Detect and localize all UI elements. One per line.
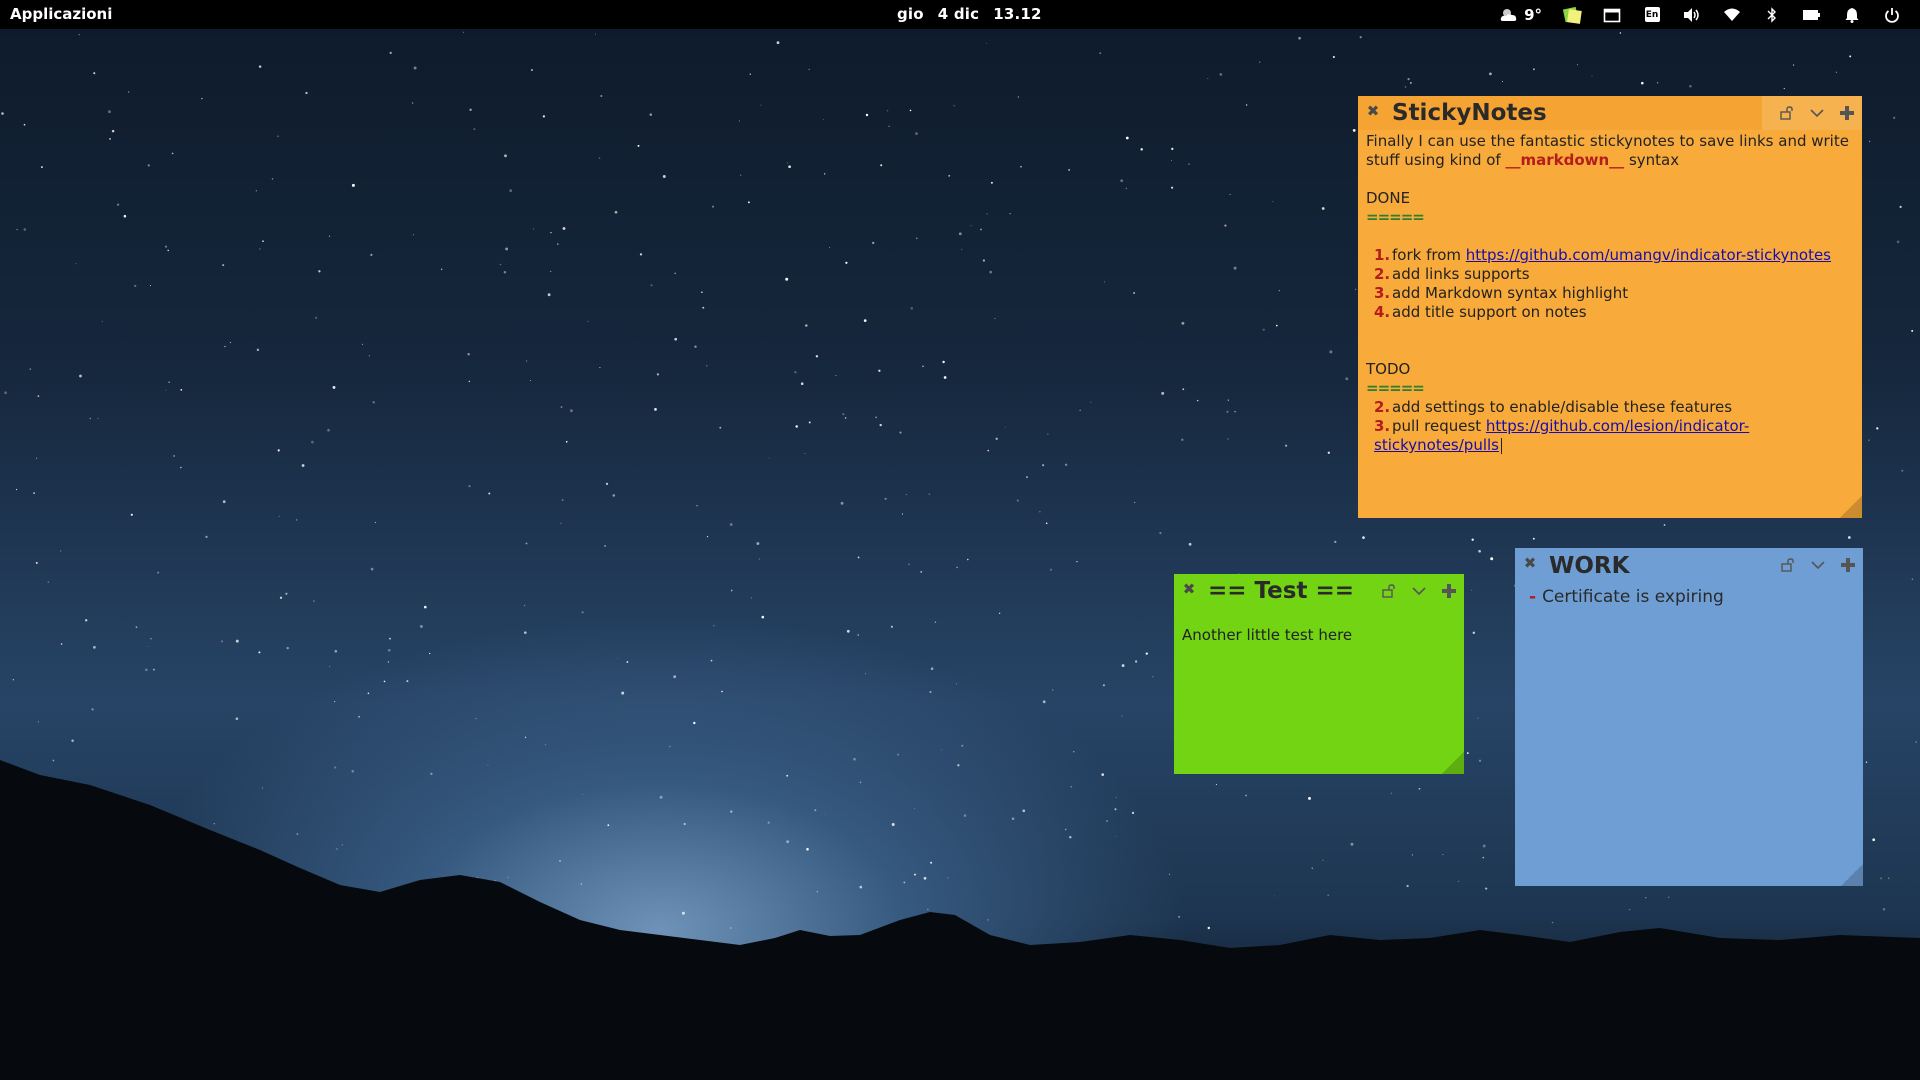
done-list: 1. fork from https://github.com/umangv/in…: [1366, 246, 1854, 322]
note-text: Certificate is expiring: [1542, 587, 1724, 607]
note-work[interactable]: ✖ WORK - Certificate is expiring: [1515, 548, 1863, 886]
close-icon[interactable]: ✖: [1366, 104, 1380, 119]
note-controls: [1380, 582, 1458, 600]
todo-rule: =====: [1366, 379, 1425, 397]
todo-heading: TODO: [1366, 360, 1411, 378]
add-note-icon[interactable]: [1839, 556, 1857, 574]
note-text: Another little test here: [1182, 626, 1353, 644]
bullet-dash: -: [1529, 587, 1537, 607]
note-body[interactable]: Another little test here: [1182, 626, 1456, 762]
system-tray: 9° En: [1494, 0, 1912, 29]
todo-list: 2. add settings to enable/disable these f…: [1366, 398, 1854, 455]
note-body[interactable]: - Certificate is expiring: [1529, 586, 1855, 874]
bluetooth-icon: [1767, 6, 1776, 23]
lock-icon[interactable]: [1778, 104, 1796, 122]
window-indicator[interactable]: [1592, 0, 1632, 29]
note-titlebar[interactable]: ✖ WORK: [1515, 548, 1863, 582]
chevron-down-icon[interactable]: [1809, 556, 1827, 574]
clock-time: 13.12: [993, 5, 1042, 23]
list-item: - Certificate is expiring: [1529, 586, 1855, 608]
wifi-icon: [1724, 8, 1740, 21]
list-item: 1. fork from https://github.com/umangv/in…: [1374, 246, 1831, 264]
weather-indicator[interactable]: 9°: [1494, 0, 1552, 29]
note-title[interactable]: StickyNotes: [1392, 100, 1547, 126]
lock-icon[interactable]: [1779, 556, 1797, 574]
add-note-icon[interactable]: [1838, 104, 1856, 122]
resize-grip[interactable]: [1442, 752, 1464, 774]
list-item: 3. pull request https://github.com/lesion…: [1374, 417, 1750, 454]
resize-grip[interactable]: [1840, 496, 1862, 518]
volume-icon: [1684, 7, 1699, 22]
applications-menu[interactable]: Applicazioni: [10, 5, 112, 23]
close-icon[interactable]: ✖: [1523, 556, 1537, 571]
top-panel: Applicazioni gio 4 dic 13.12 9° En: [0, 0, 1920, 29]
weather-temperature: 9°: [1524, 5, 1542, 24]
notification-bell-icon: [1845, 7, 1859, 23]
stickynotes-icon: [1562, 6, 1582, 24]
keyboard-layout-icon: En: [1644, 7, 1660, 22]
note-titlebar[interactable]: ✖ StickyNotes: [1358, 96, 1862, 130]
markdown-bold-text: __markdown__: [1505, 151, 1625, 169]
chevron-down-icon[interactable]: [1808, 104, 1826, 122]
power-indicator[interactable]: [1872, 0, 1912, 29]
done-heading: DONE: [1366, 189, 1411, 207]
note-title[interactable]: WORK: [1549, 553, 1629, 579]
resize-grip[interactable]: [1841, 864, 1863, 886]
done-rule: =====: [1366, 208, 1425, 226]
note-titlebar[interactable]: ✖ == Test ==: [1174, 574, 1464, 608]
list-item: 4. add title support on notes: [1374, 303, 1587, 321]
text-cursor: [1500, 437, 1502, 454]
list-item: 2. add links supports: [1374, 265, 1530, 283]
power-icon: [1885, 7, 1899, 23]
github-link[interactable]: https://github.com/umangv/indicator-stic…: [1466, 246, 1831, 264]
intro-text-end: syntax: [1624, 151, 1680, 169]
note-body[interactable]: Finally I can use the fantastic stickyno…: [1366, 132, 1854, 506]
volume-indicator[interactable]: [1672, 0, 1712, 29]
notification-indicator[interactable]: [1832, 0, 1872, 29]
note-title[interactable]: == Test ==: [1208, 578, 1354, 604]
battery-icon: [1803, 9, 1820, 20]
add-note-icon[interactable]: [1440, 582, 1458, 600]
lock-icon[interactable]: [1380, 582, 1398, 600]
clock-date: 4 dic: [937, 5, 980, 23]
note-controls: [1779, 556, 1857, 574]
clock[interactable]: gio 4 dic 13.12: [897, 5, 1056, 23]
list-item: 2. add settings to enable/disable these f…: [1374, 398, 1733, 416]
note-controls: [1778, 104, 1856, 122]
list-item: 3. add Markdown syntax highlight: [1374, 284, 1629, 302]
note-intro: Finally I can use the fantastic stickyno…: [1366, 132, 1854, 170]
wifi-indicator[interactable]: [1712, 0, 1752, 29]
note-test[interactable]: ✖ == Test == Another little test here: [1174, 574, 1464, 774]
chevron-down-icon[interactable]: [1410, 582, 1428, 600]
weather-icon: [1500, 8, 1517, 21]
keyboard-layout-indicator[interactable]: En: [1632, 0, 1672, 29]
close-icon[interactable]: ✖: [1182, 582, 1196, 597]
battery-indicator[interactable]: [1792, 0, 1832, 29]
window-icon: [1603, 8, 1621, 22]
clock-day: gio: [897, 5, 924, 23]
keyboard-layout-label: En: [1645, 9, 1659, 20]
stickynotes-indicator[interactable]: [1552, 0, 1592, 29]
note-stickynotes[interactable]: ✖ StickyNotes Finally I can use the fant…: [1358, 96, 1862, 518]
bluetooth-indicator[interactable]: [1752, 0, 1792, 29]
